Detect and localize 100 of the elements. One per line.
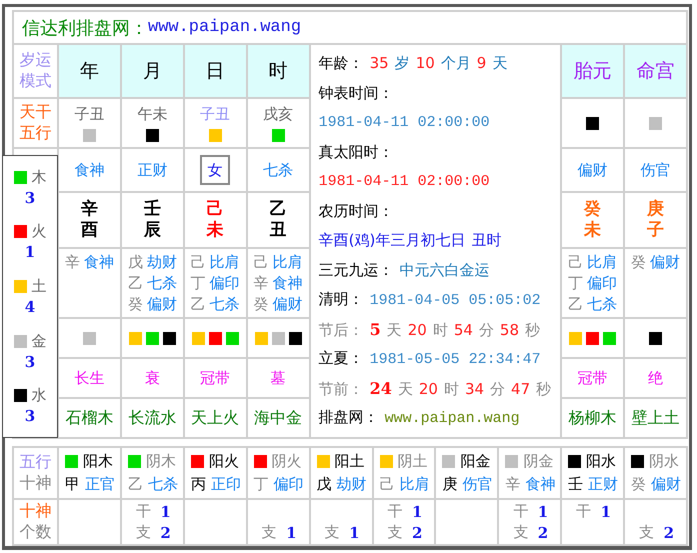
row-label: 十神 — [20, 473, 52, 494]
info-text: 中元六白金运 — [400, 260, 490, 280]
info-text: 1981-04-05 05:05:02 — [370, 291, 541, 311]
info-text: 10 — [416, 53, 435, 74]
earthly-branch: 子 — [647, 220, 664, 242]
element-count: 1 — [24, 243, 36, 262]
ten-god: 七杀 — [148, 474, 178, 495]
info-text: 辛酉(鸡)年三月初七日 — [318, 230, 466, 251]
ten-god: 偏印 — [210, 273, 240, 294]
hidden-stem: 乙 — [190, 294, 206, 315]
ten-god: 食神 — [272, 273, 303, 294]
earthly-branch: 丑 — [270, 220, 287, 242]
info-text: www.paipan.wang — [384, 409, 520, 429]
info-text: 54 — [454, 320, 473, 340]
ten-god: 正财 — [137, 160, 168, 180]
nayin-text: 海中金 — [254, 408, 302, 428]
gender-box: 女 — [200, 155, 230, 185]
info-text: 58 — [500, 320, 520, 340]
hidden-stem: 丁 — [190, 273, 206, 294]
count-label: 干 — [576, 502, 592, 521]
info-text: 20 — [418, 378, 438, 400]
count-label: 干 — [388, 502, 402, 521]
ten-god: 比肩 — [587, 252, 618, 273]
void-branches: 午未 — [137, 104, 168, 124]
heavenly-stem: 庚 — [442, 474, 458, 495]
ten-god: 劫财 — [336, 474, 367, 495]
info-text: 真太阳时： — [318, 142, 394, 162]
heavenly-stem: 壬 — [144, 198, 161, 220]
hidden-stem: 乙 — [568, 294, 584, 315]
info-text: 34 — [464, 378, 484, 400]
ten-god: 偏印 — [587, 273, 618, 294]
info-text: 1981-04-11 02:00:00 — [318, 113, 490, 133]
yin-yang-element: 阳水 — [586, 451, 616, 472]
element-name: 火 — [32, 222, 46, 242]
ten-god: 偏财 — [651, 474, 682, 495]
ten-god: 伤官 — [462, 474, 492, 495]
life-stage: 冠带 — [578, 368, 608, 388]
heavenly-stem: 己 — [380, 474, 394, 495]
count-label: 支 — [324, 523, 340, 542]
ten-god: 正官 — [85, 474, 115, 495]
hidden-stem: 己 — [190, 252, 206, 273]
life-stage: 衰 — [144, 368, 160, 388]
count-value: 1 — [160, 502, 171, 520]
info-text: 农历时间： — [318, 200, 394, 222]
info-text: 三元九运： — [318, 260, 394, 280]
column-header: 时 — [268, 59, 288, 84]
info-text: 24 — [370, 378, 392, 400]
nayin-text: 壁上土 — [632, 408, 680, 428]
void-branches: 子丑 — [200, 104, 230, 124]
heavenly-stem: 辛 — [80, 198, 98, 220]
heavenly-stem: 甲 — [65, 474, 80, 495]
hidden-stem: 己 — [568, 252, 584, 273]
info-text: 个月 — [440, 53, 471, 74]
yin-yang-element: 阳木 — [83, 451, 113, 472]
row-label: 十神 — [20, 501, 52, 522]
hidden-stem: 乙 — [128, 273, 143, 294]
ten-god: 劫财 — [146, 252, 177, 273]
info-text: 排盘网： — [318, 407, 379, 428]
info-text: 47 — [511, 378, 530, 400]
count-label: 支 — [262, 523, 277, 542]
heavenly-stem: 壬 — [568, 474, 584, 495]
info-text: 35 — [370, 53, 389, 74]
site-title: 信达利排盘网： — [22, 16, 148, 40]
yin-yang-element: 阳土 — [334, 451, 365, 472]
info-text: 清明： — [318, 289, 364, 310]
yin-yang-element: 阴木 — [146, 451, 176, 472]
ten-god: 食神 — [74, 160, 104, 180]
info-text: 1981-05-05 22:34:47 — [370, 350, 541, 370]
nayin-text: 天上火 — [191, 408, 240, 428]
column-header: 年 — [80, 59, 99, 84]
yin-yang-element: 阳火 — [208, 451, 239, 472]
ten-god: 七杀 — [146, 273, 177, 294]
count-label: 支 — [136, 523, 151, 542]
element-name: 木 — [32, 168, 46, 187]
earthly-branch: 酉 — [80, 220, 98, 242]
heavenly-stem: 癸 — [584, 198, 602, 220]
yin-yang-element: 阴土 — [398, 451, 428, 472]
ten-god: 偏财 — [272, 294, 303, 315]
heavenly-stem: 丁 — [254, 474, 269, 495]
count-value: 1 — [538, 502, 548, 520]
yin-yang-element: 阳金 — [460, 451, 490, 472]
ten-god: 偏财 — [578, 160, 608, 180]
yin-yang-element: 阴金 — [523, 451, 554, 472]
info-text: 年龄： — [318, 53, 364, 74]
row-label: 岁运 — [20, 50, 52, 71]
count-value: 2 — [664, 524, 674, 542]
ten-god: 偏财 — [146, 294, 177, 315]
hidden-stem: 癸 — [631, 252, 646, 273]
nayin-text: 长流水 — [128, 408, 176, 428]
heavenly-stem: 乙 — [270, 198, 287, 220]
heavenly-stem: 戊 — [316, 474, 332, 495]
hidden-stem: 丁 — [568, 273, 584, 294]
heavenly-stem: 乙 — [128, 474, 143, 495]
ten-god: 偏财 — [650, 252, 680, 273]
info-text: 分 — [490, 378, 506, 400]
info-text: 时 — [432, 320, 448, 340]
ten-god: 七杀 — [210, 294, 240, 315]
ten-god: 食神 — [84, 252, 114, 273]
info-text: 9 — [476, 53, 486, 74]
count-label: 干 — [136, 502, 151, 521]
